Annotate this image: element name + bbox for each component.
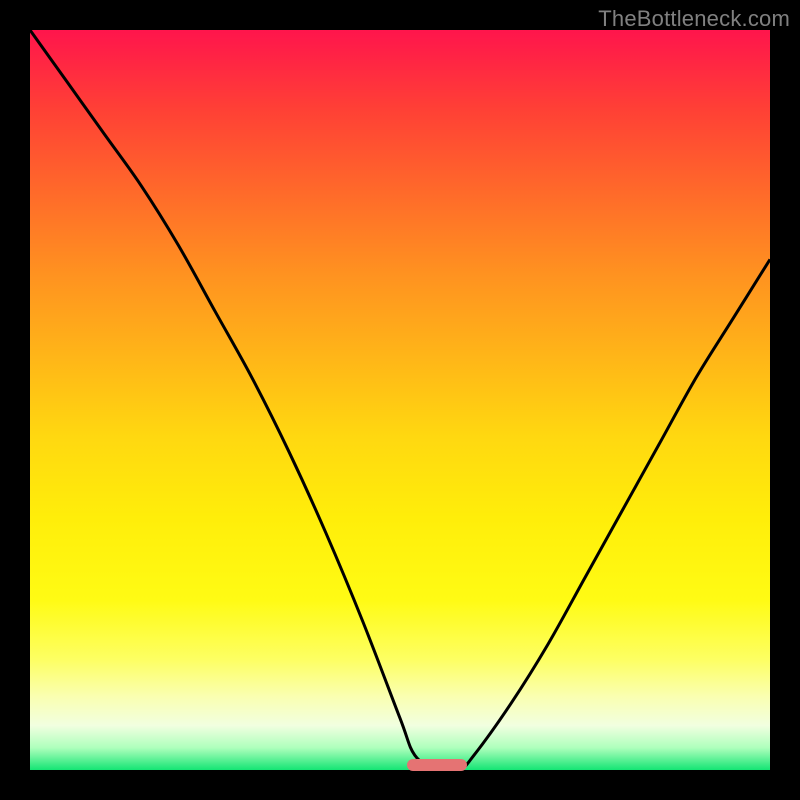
chart-canvas: { "watermark": "TheBottleneck.com", "cha… [0,0,800,800]
plot-area [30,30,770,770]
bottleneck-curve [30,30,770,770]
watermark-text: TheBottleneck.com [598,6,790,32]
optimal-marker [407,759,466,771]
